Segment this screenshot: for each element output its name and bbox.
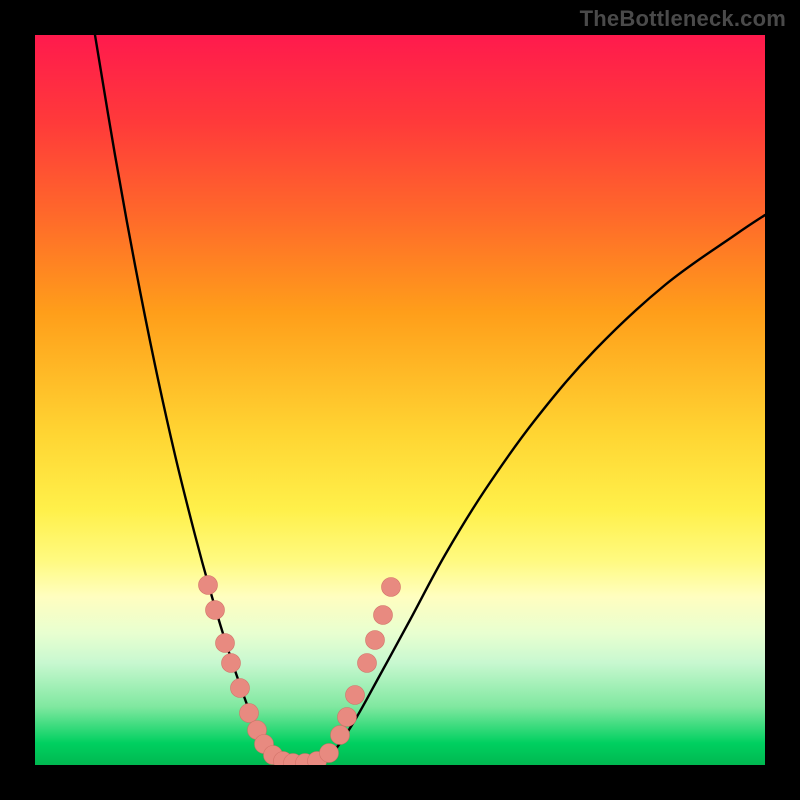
data-marker [382,578,401,597]
data-marker [338,708,357,727]
chart-frame: TheBottleneck.com [0,0,800,800]
data-marker [374,606,393,625]
data-marker [320,744,339,763]
curve-svg [35,35,765,765]
data-markers [199,576,401,766]
plot-area [35,35,765,765]
data-marker [206,601,225,620]
bottleneck-curve [95,35,765,764]
data-marker [199,576,218,595]
data-marker [216,634,235,653]
data-marker [222,654,241,673]
data-marker [346,686,365,705]
data-marker [240,704,259,723]
data-marker [231,679,250,698]
data-marker [366,631,385,650]
data-marker [358,654,377,673]
data-marker [331,726,350,745]
watermark-text: TheBottleneck.com [580,6,786,32]
